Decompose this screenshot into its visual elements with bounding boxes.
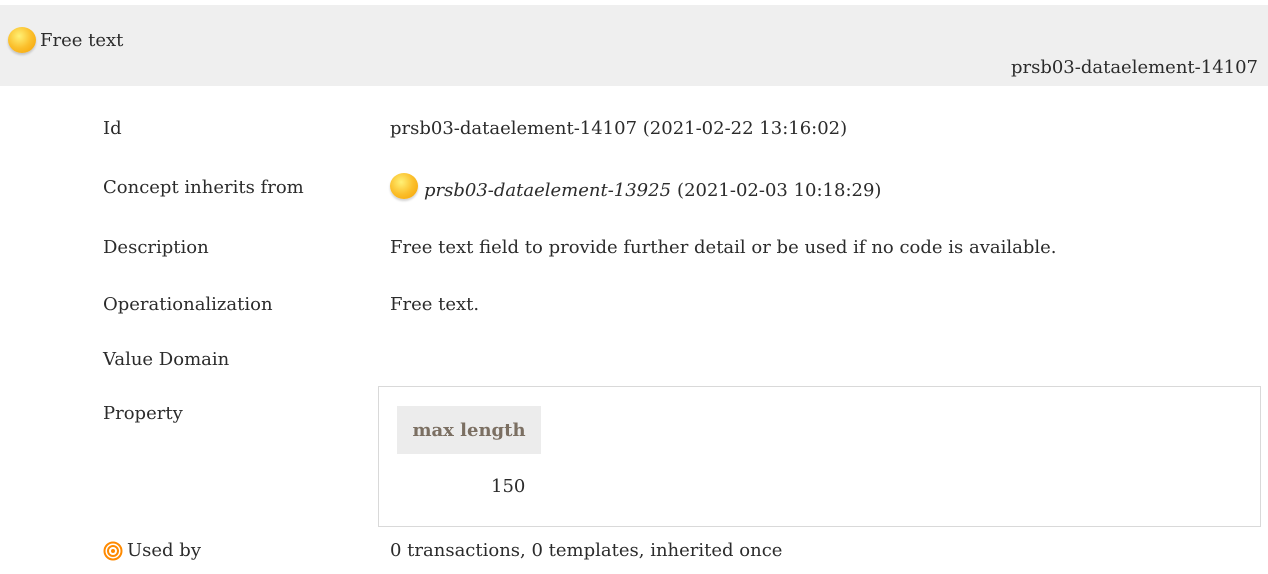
inherits-value: prsb03-dataelement-13925 (2021-02-03 10:… <box>390 173 882 203</box>
yellow-status-icon <box>8 27 36 53</box>
concept-title-text: Free text <box>40 29 124 51</box>
used-by-value: 0 transactions, 0 templates, inherited o… <box>390 540 783 561</box>
concept-header: Free text prsb03-dataelement-14107 <box>0 5 1268 86</box>
max-length-value: 150 <box>491 476 526 497</box>
id-label: Id <box>103 118 122 139</box>
used-by-label: Used by <box>127 540 201 561</box>
inherited-status-icon <box>390 173 418 199</box>
value-domain-label: Value Domain <box>103 349 230 370</box>
description-label: Description <box>103 237 209 258</box>
property-label: Property <box>103 403 183 424</box>
description-value: Free text field to provide further detai… <box>390 237 1057 258</box>
inherits-label: Concept inherits from <box>103 177 304 198</box>
used-by-row: Used by <box>103 540 201 561</box>
property-table: max length 150 <box>378 386 1261 527</box>
max-length-header: max length <box>397 406 541 454</box>
inherits-date: (2021-02-03 10:18:29) <box>677 179 882 201</box>
concept-id: prsb03-dataelement-14107 <box>1010 57 1258 78</box>
inherits-link[interactable]: prsb03-dataelement-13925 <box>424 180 671 201</box>
id-value: prsb03-dataelement-14107 (2021-02-22 13:… <box>390 118 848 139</box>
operationalization-value: Free text. <box>390 294 480 315</box>
operationalization-label: Operationalization <box>103 294 273 315</box>
concept-title[interactable]: Free text <box>8 27 123 53</box>
target-icon <box>103 541 123 560</box>
